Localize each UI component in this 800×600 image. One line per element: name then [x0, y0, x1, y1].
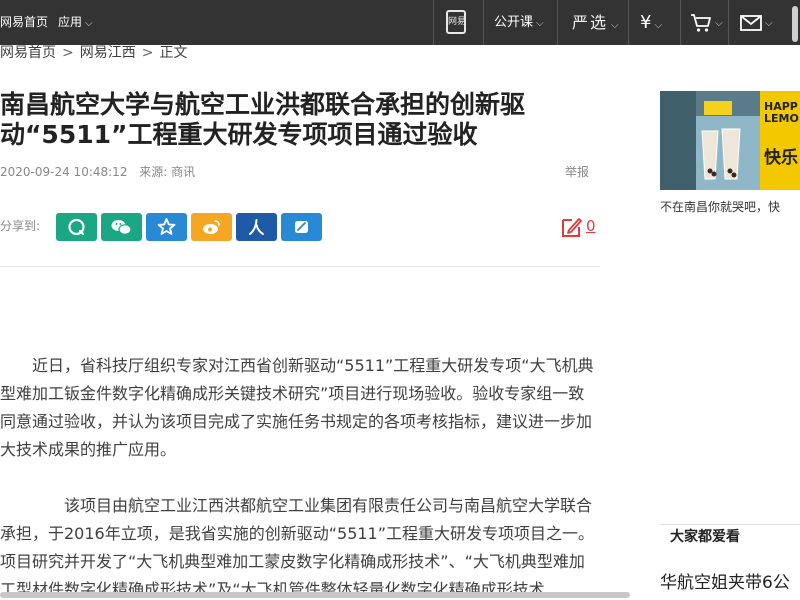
sidebar-ad-image[interactable]: HAPP LEMO 快乐 — [660, 91, 800, 190]
share-renren-button[interactable] — [236, 213, 277, 241]
mail-menu[interactable]: ⌵ — [740, 0, 773, 45]
qzone-star-icon — [157, 218, 176, 235]
weibo-icon — [203, 220, 220, 234]
breadcrumb: 网易首页 > 网易江西 > 正文 — [0, 44, 187, 62]
mail-icon — [740, 14, 762, 31]
vertical-scrollbar-thumb[interactable] — [792, 6, 798, 42]
share-weibo-button[interactable] — [191, 213, 232, 241]
nav-divider — [433, 0, 434, 45]
section-divider — [660, 524, 800, 525]
apps-menu[interactable]: 应用 ⌵ — [58, 14, 93, 32]
chevron-down-icon: ⌵ — [536, 18, 544, 29]
comment-count[interactable]: 0 — [586, 217, 596, 235]
share-other-button[interactable] — [281, 213, 322, 241]
netease-home-link[interactable]: 网易首页 — [0, 14, 48, 30]
article-title: 南昌航空大学与航空工业洪都联合承担的创新驱动“5511”工程重大研发专项项目通过… — [0, 90, 526, 149]
yuan-icon: ¥ — [640, 12, 652, 33]
yanxuan-label: 严选 — [572, 13, 609, 32]
chevron-down-icon: ⌵ — [765, 18, 773, 29]
share-qq-button[interactable] — [56, 213, 97, 241]
share-edit-icon — [295, 221, 308, 233]
yanxuan-menu[interactable]: 严选 ⌵ — [572, 0, 619, 45]
top-nav-bar: 网易首页 应用 ⌵ 网易 公开课 ⌵ 严选 ⌵ ¥ ⌵ ⌵ ⌵ — [0, 0, 800, 45]
chevron-right-icon: > — [62, 45, 74, 61]
ad-text-line: 快乐 — [764, 148, 798, 168]
open-course-label: 公开课 — [494, 15, 534, 30]
chevron-down-icon: ⌵ — [715, 18, 723, 29]
article-meta: 2020-09-24 10:48:12 来源: 商讯 — [0, 164, 195, 180]
share-wechat-button[interactable] — [101, 213, 142, 241]
ad-text-line: LEMO — [764, 112, 799, 125]
renren-icon — [249, 219, 264, 235]
apps-menu-label: 应用 — [58, 15, 83, 29]
nav-divider — [557, 0, 558, 45]
divider — [0, 266, 600, 267]
comment-edit-icon[interactable] — [560, 215, 584, 239]
nav-divider — [680, 0, 681, 45]
nav-divider — [728, 0, 729, 45]
open-course-menu[interactable]: 公开课 ⌵ — [494, 0, 544, 45]
breadcrumb-item-home[interactable]: 网易首页 — [0, 45, 56, 61]
lottery-menu[interactable]: ¥ ⌵ — [640, 0, 662, 45]
chevron-down-icon: ⌵ — [654, 20, 663, 31]
mobile-phone-icon: 网易 — [446, 9, 466, 34]
wechat-icon — [111, 220, 132, 235]
chevron-down-icon: ⌵ — [611, 20, 619, 31]
nav-divider — [628, 0, 629, 45]
breadcrumb-item-jiangxi[interactable]: 网易江西 — [80, 45, 136, 61]
share-qzone-button[interactable] — [146, 213, 187, 241]
ad-caption-link[interactable]: 不在南昌你就哭吧，快 — [660, 199, 800, 215]
qq-icon — [68, 218, 85, 236]
breadcrumb-item-current: 正文 — [159, 45, 188, 61]
shopping-cart-menu[interactable]: ⌵ — [690, 0, 723, 45]
article-paragraph: 该项目由航空工业江西洪都航空工业集团有限责任公司与南昌航空大学联合承担，于201… — [0, 496, 595, 599]
popular-section-title: 大家都爱看 — [670, 529, 740, 545]
horizontal-scrollbar-thumb[interactable] — [0, 592, 630, 598]
report-link[interactable]: 举报 — [565, 164, 589, 180]
nav-divider — [483, 0, 484, 45]
article-paragraph: 近日，省科技厅组织专家对江西省创新驱动“5511”工程重大研发专项“大飞机典型难… — [0, 356, 594, 459]
chevron-down-icon: ⌵ — [85, 18, 93, 29]
share-label: 分享到: — [0, 219, 41, 233]
publish-date: 2020-09-24 10:48:12 — [0, 165, 128, 179]
cart-icon — [691, 13, 711, 32]
article-source: 来源: 商讯 — [139, 165, 196, 179]
chevron-right-icon: > — [141, 45, 154, 61]
popular-item-link[interactable]: 华航空姐夹带6公 — [660, 572, 800, 594]
mobile-app-link[interactable]: 网易 — [446, 0, 474, 45]
